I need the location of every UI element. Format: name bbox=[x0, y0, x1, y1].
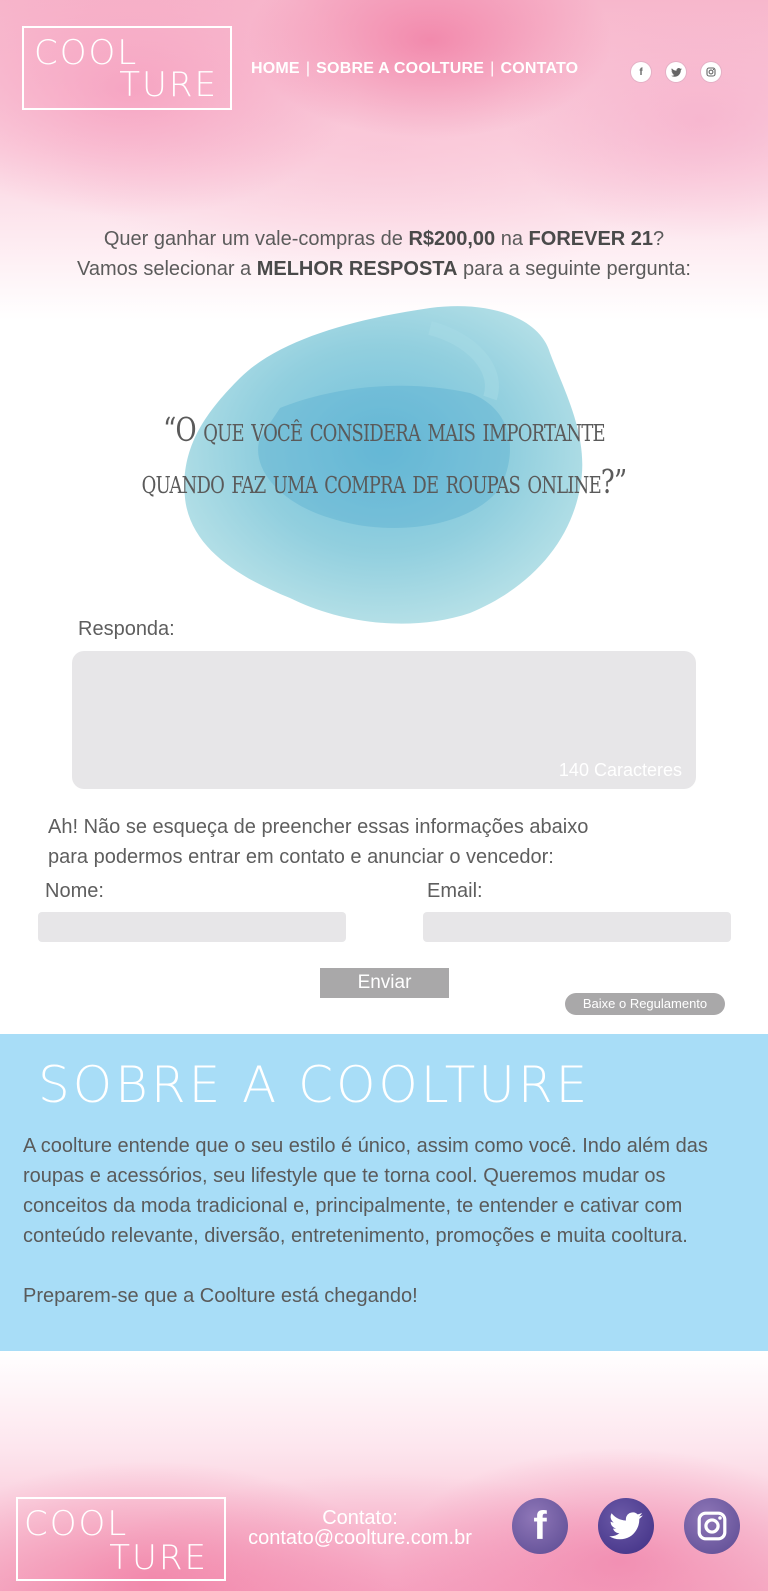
instagram-icon[interactable] bbox=[701, 62, 721, 82]
reminder-line-2: para podermos entrar em contato e anunci… bbox=[48, 846, 554, 868]
question-line-1: “O que você considera mais importante bbox=[163, 410, 605, 449]
intro-line-2: Vamos selecionar a MELHOR RESPOSTA para … bbox=[0, 254, 768, 284]
submit-button[interactable]: Enviar bbox=[320, 968, 449, 998]
twitter-icon[interactable] bbox=[598, 1498, 654, 1554]
contest-intro: Quer ganhar um vale-compras de R$200,00 … bbox=[0, 224, 768, 284]
facebook-icon[interactable]: f bbox=[512, 1498, 568, 1554]
download-rules-button[interactable]: Baixe o Regulamento bbox=[565, 993, 725, 1015]
header-social-links: f bbox=[631, 62, 721, 82]
character-counter: 140 Caracteres bbox=[558, 760, 682, 780]
email-field[interactable] bbox=[423, 912, 731, 942]
about-tagline: Preparem-se que a Coolture está chegando… bbox=[23, 1285, 418, 1307]
twitter-icon[interactable] bbox=[666, 62, 686, 82]
intro-text: Vamos selecionar a bbox=[77, 258, 257, 280]
footer-logo[interactable]: COOL TURE bbox=[16, 1497, 226, 1581]
contact-email[interactable]: contato@coolture.com.br bbox=[230, 1528, 490, 1548]
answer-label: Responda: bbox=[78, 618, 175, 640]
question-line-2: quando faz uma compra de roupas online?” bbox=[141, 462, 627, 501]
contact-reminder: Ah! Não se esqueça de preencher essas in… bbox=[48, 812, 588, 872]
nav-separator: | bbox=[490, 60, 495, 77]
logo-text-bottom: TURE bbox=[119, 65, 218, 105]
footer-contact: Contato: contato@coolture.com.br bbox=[230, 1508, 490, 1548]
best-answer-highlight: MELHOR RESPOSTA bbox=[256, 258, 458, 280]
reminder-line-1: Ah! Não se esqueça de preencher essas in… bbox=[48, 816, 589, 838]
about-title: SOBRE A COOLTURE bbox=[38, 1056, 591, 1114]
contact-label: Contato: bbox=[322, 1507, 398, 1529]
footer-social-links: f bbox=[512, 1498, 740, 1554]
nav-contact[interactable]: CONTATO bbox=[500, 60, 578, 77]
nav-home[interactable]: HOME bbox=[251, 60, 300, 77]
contest-question: “O que você considera mais importante qu… bbox=[131, 404, 636, 508]
intro-text: Quer ganhar um vale-compras de bbox=[103, 228, 409, 250]
prize-amount: R$200,00 bbox=[408, 228, 496, 250]
answer-textarea[interactable]: 140 Caracteres bbox=[72, 651, 696, 789]
about-paragraph: A coolture entende que o seu estilo é ún… bbox=[23, 1135, 708, 1247]
facebook-icon[interactable]: f bbox=[631, 62, 651, 82]
nav-separator: | bbox=[305, 60, 311, 77]
intro-line-1: Quer ganhar um vale-compras de R$200,00 … bbox=[0, 224, 768, 254]
nav-about[interactable]: SOBRE A COOLTURE bbox=[316, 60, 484, 77]
intro-text: na bbox=[495, 228, 529, 250]
logo-text-bottom: TURE bbox=[109, 1538, 208, 1578]
instagram-icon[interactable] bbox=[684, 1498, 740, 1554]
intro-text: ? bbox=[653, 228, 665, 250]
intro-text: para a seguinte pergunta: bbox=[457, 258, 691, 280]
about-section: SOBRE A COOLTURE A coolture entende que … bbox=[0, 1034, 768, 1351]
logo-text-top: COOL bbox=[24, 1504, 129, 1544]
email-label: Email: bbox=[427, 880, 483, 902]
main-nav: HOME | SOBRE A COOLTURE | CONTATO bbox=[251, 60, 578, 78]
name-field[interactable] bbox=[38, 912, 346, 942]
name-label: Nome: bbox=[45, 880, 104, 902]
store-name: FOREVER 21 bbox=[528, 228, 654, 250]
logo[interactable]: COOL TURE bbox=[22, 26, 232, 110]
